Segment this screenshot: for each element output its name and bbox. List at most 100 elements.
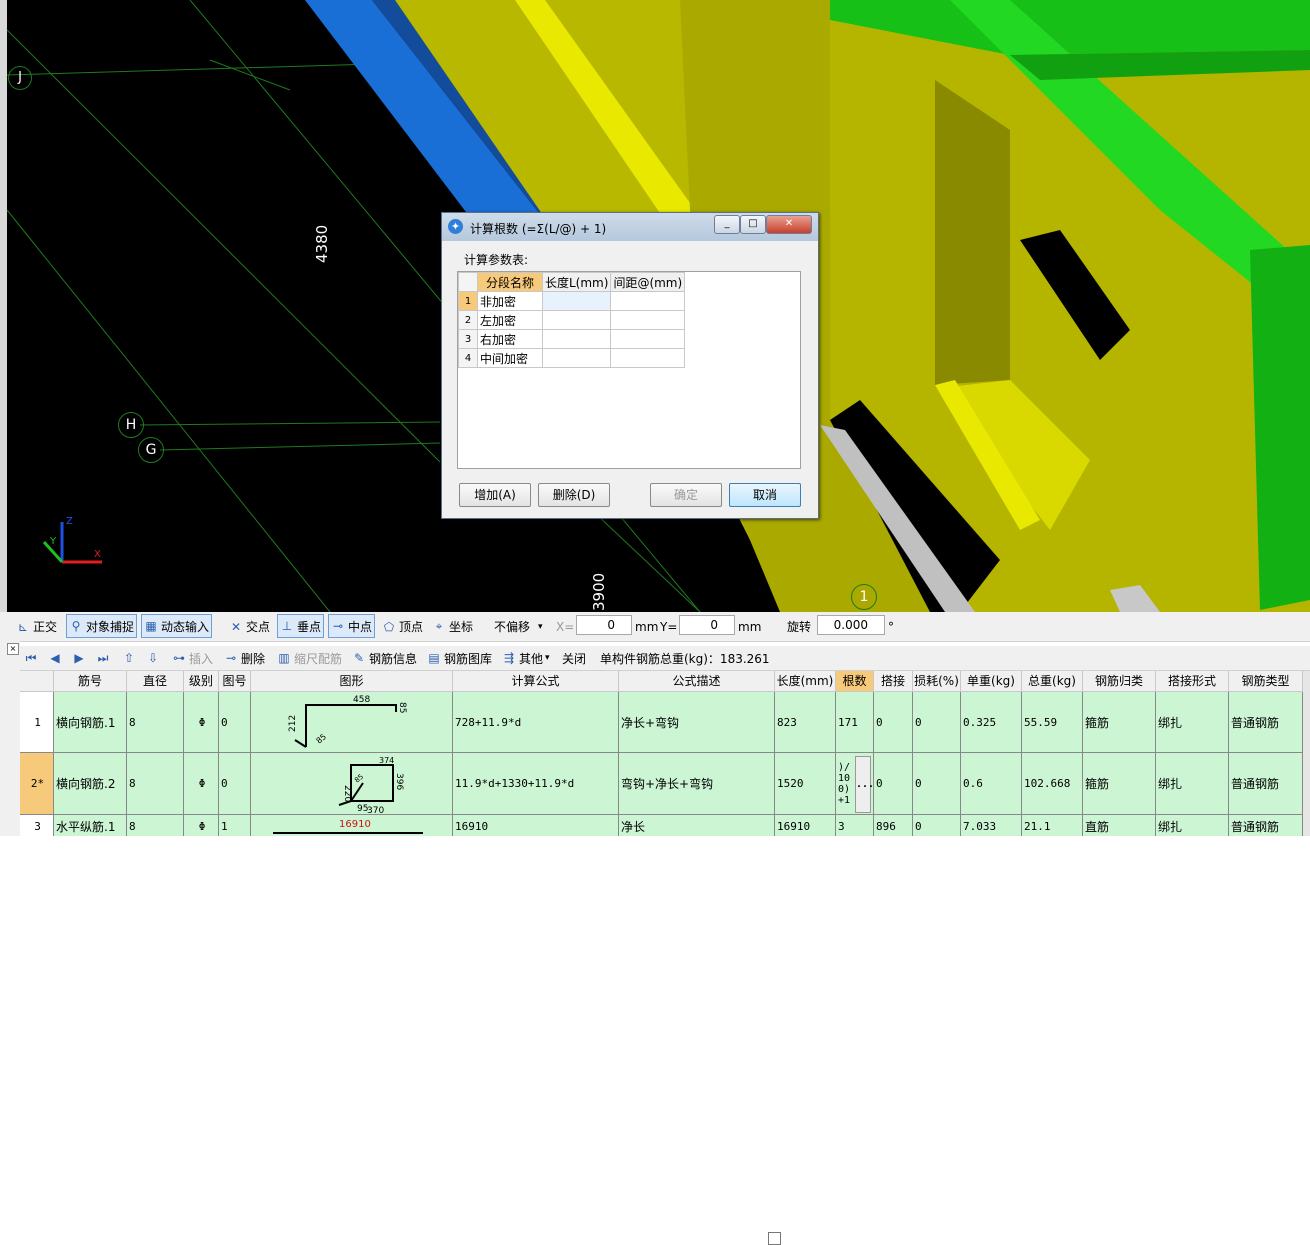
insert-button[interactable]: ⊶ 插入 xyxy=(172,646,213,670)
cell-unit-weight[interactable]: 7.033 xyxy=(961,815,1022,836)
cell-formula[interactable]: 11.9*d+1330+11.9*d xyxy=(453,753,619,815)
cell-grade[interactable]: Φ xyxy=(184,753,219,815)
cell-category[interactable]: 箍筋 xyxy=(1083,692,1156,753)
cell-bar-name[interactable]: 横向钢筋.1 xyxy=(54,692,127,753)
last-record-icon[interactable]: ⏭ xyxy=(96,646,113,670)
table-row[interactable]: 3 水平纵筋.1 8 Φ 1 16910 16910 净长 16910 3 89… xyxy=(20,815,1303,836)
col-header-length[interactable]: 长度L(mm) xyxy=(541,272,612,292)
cell-diameter[interactable]: 8 xyxy=(127,815,184,836)
maximize-button[interactable]: □ xyxy=(740,215,766,234)
cell-loss[interactable]: 0 xyxy=(913,753,961,815)
table-row[interactable]: 4 中间加密 xyxy=(458,348,686,368)
cell-spacing[interactable] xyxy=(610,310,686,330)
col-header[interactable]: 钢筋归类 xyxy=(1083,671,1156,692)
table-row[interactable]: 3 右加密 xyxy=(458,329,686,349)
cell-formula-desc[interactable]: 净长+弯钩 xyxy=(619,692,775,753)
cell-length[interactable]: 1520 xyxy=(775,753,836,815)
cancel-button[interactable]: 取消 xyxy=(729,483,801,507)
rebar-info-button[interactable]: ✎ 钢筋信息 xyxy=(352,646,417,670)
cell-spacing[interactable] xyxy=(610,348,686,368)
move-up-icon[interactable]: ⇧ xyxy=(122,646,139,670)
rotate-input[interactable]: 0.000 xyxy=(817,615,885,635)
col-header[interactable]: 损耗(%) xyxy=(913,671,961,692)
cell-shape[interactable]: 458 212 85 85 xyxy=(251,692,453,753)
x-input[interactable]: 0 xyxy=(576,615,632,635)
ok-button[interactable]: 确定 xyxy=(650,483,722,507)
first-record-icon[interactable]: ⏮ xyxy=(24,646,41,670)
object-snap-toggle[interactable]: ⚲ 对象捕捉 xyxy=(66,614,138,638)
cell-length[interactable]: 823 xyxy=(775,692,836,753)
other-menu-button[interactable]: ⇶ 其他 ▾ xyxy=(502,646,550,670)
cell-total-weight[interactable]: 102.668 xyxy=(1022,753,1083,815)
midpoint-snap[interactable]: ⊸ 中点 xyxy=(328,614,376,638)
cell-unit-weight[interactable]: 0.325 xyxy=(961,692,1022,753)
col-header[interactable]: 公式描述 xyxy=(619,671,775,692)
close-rebar-button[interactable]: 关闭 xyxy=(562,646,586,670)
col-header[interactable]: 图号 xyxy=(219,671,251,692)
prev-record-icon[interactable]: ◀ xyxy=(48,646,65,670)
cell-category[interactable]: 箍筋 xyxy=(1083,753,1156,815)
cell-segment-name[interactable]: 右加密 xyxy=(477,329,543,349)
next-record-icon[interactable]: ▶ xyxy=(72,646,89,670)
dynamic-input-toggle[interactable]: ▦ 动态输入 xyxy=(141,614,213,638)
col-header[interactable]: 搭接 xyxy=(874,671,913,692)
table-row[interactable]: 2* 横向钢筋.2 8 Φ 0 220 374 396 85 95 370 11… xyxy=(20,753,1303,815)
cell-lap[interactable]: 0 xyxy=(874,692,913,753)
col-header[interactable]: 搭接形式 xyxy=(1156,671,1229,692)
cell-grade[interactable]: Φ xyxy=(184,692,219,753)
cell-count[interactable]: 171 xyxy=(836,692,874,753)
col-header-spacing[interactable]: 间距@(mm) xyxy=(610,272,686,292)
cell-lap-type[interactable]: 绑扎 xyxy=(1156,692,1229,753)
cell-unit-weight[interactable]: 0.6 xyxy=(961,753,1022,815)
ellipsis-button[interactable]: ... xyxy=(855,756,874,813)
cell-formula-desc[interactable]: 净长 xyxy=(619,815,775,836)
dialog-title-bar[interactable]: ✦ 计算根数 (=Σ(L/@) + 1) _ □ ✕ xyxy=(442,213,818,241)
col-header[interactable]: 计算公式 xyxy=(453,671,619,692)
cell-length[interactable] xyxy=(541,310,612,330)
table-row[interactable]: 1 横向钢筋.1 8 Φ 0 458 212 85 85 728+11.9*d … xyxy=(20,692,1303,753)
cell-lap[interactable]: 0 xyxy=(874,753,913,815)
scale-rebar-button[interactable]: ▥ 缩尺配筋 xyxy=(277,646,342,670)
cell-segment-name[interactable]: 左加密 xyxy=(477,310,543,330)
table-row[interactable]: 2 左加密 xyxy=(458,310,686,330)
close-button[interactable]: ✕ xyxy=(766,215,812,234)
cell-loss[interactable]: 0 xyxy=(913,692,961,753)
cell-formula[interactable]: 16910 xyxy=(453,815,619,836)
table-row[interactable]: 1 非加密 xyxy=(458,291,686,311)
cell-diameter[interactable]: 8 xyxy=(127,692,184,753)
cell-lap-type[interactable]: 绑扎 xyxy=(1156,753,1229,815)
table-scrollbar[interactable] xyxy=(1303,671,1310,836)
col-header[interactable]: 级别 xyxy=(184,671,219,692)
col-header[interactable]: 钢筋类型 xyxy=(1229,671,1303,692)
col-header[interactable]: 图形 xyxy=(251,671,453,692)
col-header[interactable]: 筋号 xyxy=(54,671,127,692)
params-grid[interactable]: 分段名称 长度L(mm) 间距@(mm) 1 非加密 2 左加密 3 右加密 4… xyxy=(457,271,801,469)
rotate-checkbox[interactable] xyxy=(768,1232,781,1245)
cell-figure-no[interactable]: 0 xyxy=(219,692,251,753)
cell-figure-no[interactable]: 1 xyxy=(219,815,251,836)
cell-formula[interactable]: 728+11.9*d xyxy=(453,692,619,753)
cell-figure-no[interactable]: 0 xyxy=(219,753,251,815)
cell-category[interactable]: 直筋 xyxy=(1083,815,1156,836)
cell-rebar-type[interactable]: 普通钢筋 xyxy=(1229,692,1303,753)
cell-spacing[interactable] xyxy=(610,329,686,349)
cell-total-weight[interactable]: 21.1 xyxy=(1022,815,1083,836)
add-button[interactable]: 增加(A) xyxy=(459,483,531,507)
cell-rebar-type[interactable]: 普通钢筋 xyxy=(1229,815,1303,836)
delete-row-button[interactable]: 删除(D) xyxy=(538,483,610,507)
y-input[interactable]: 0 xyxy=(679,615,735,635)
cell-loss[interactable]: 0 xyxy=(913,815,961,836)
cell-bar-name[interactable]: 水平纵筋.1 xyxy=(54,815,127,836)
cell-rebar-type[interactable]: 普通钢筋 xyxy=(1229,753,1303,815)
move-down-icon[interactable]: ⇩ xyxy=(146,646,163,670)
cell-length[interactable] xyxy=(541,329,612,349)
minimize-button[interactable]: _ xyxy=(714,215,740,234)
rebar-library-button[interactable]: ▤ 钢筋图库 xyxy=(427,646,492,670)
cell-count[interactable]: 3 xyxy=(836,815,874,836)
cell-lap-type[interactable]: 绑扎 xyxy=(1156,815,1229,836)
col-header[interactable]: 长度(mm) xyxy=(775,671,836,692)
col-header[interactable]: 直径(mm) xyxy=(127,671,184,709)
cell-grade[interactable]: Φ xyxy=(184,815,219,836)
delete-rebar-button[interactable]: ⊸ 删除 xyxy=(224,646,265,670)
coordinate-snap[interactable]: ⌖ 坐标 xyxy=(432,612,473,641)
